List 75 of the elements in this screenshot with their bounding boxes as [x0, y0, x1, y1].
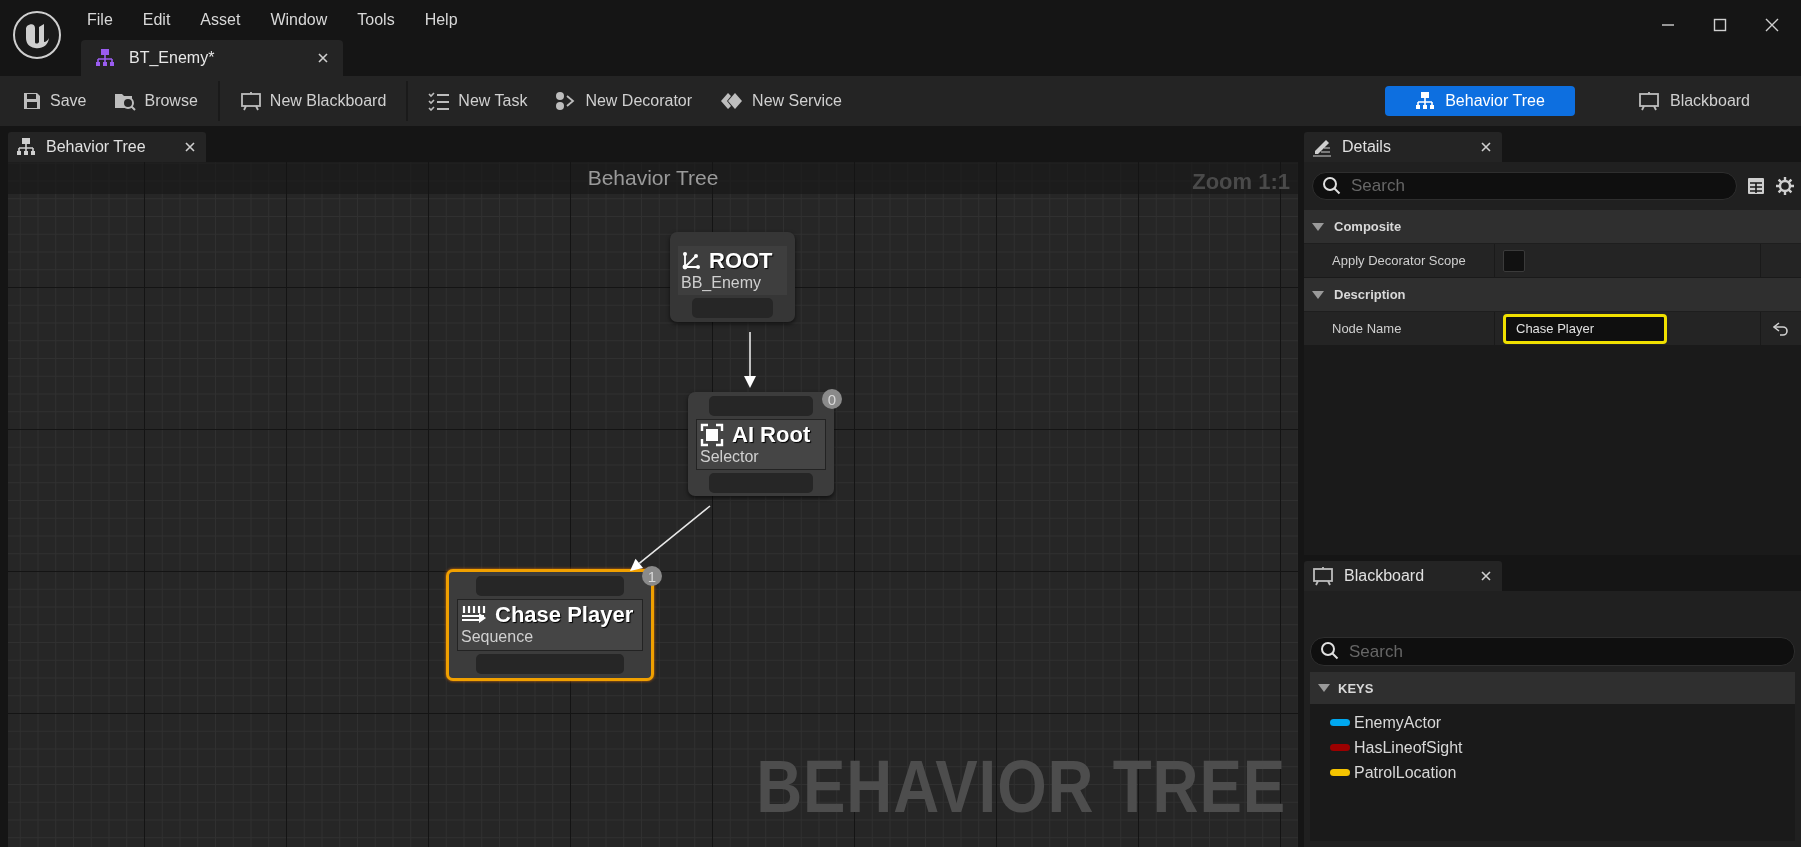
- diamond-arrow-icon: [720, 91, 745, 111]
- reset-arrow-icon[interactable]: [1773, 321, 1789, 336]
- keys-header[interactable]: KEYS: [1310, 672, 1795, 704]
- tree-node[interactable]: ROOT BB_Enemy: [670, 232, 795, 322]
- property-label: Apply Decorator Scope: [1332, 253, 1466, 268]
- save-icon: [22, 91, 42, 111]
- toolbar-button[interactable]: New Decorator: [545, 85, 703, 117]
- folder-search-icon: [114, 91, 137, 111]
- section-header[interactable]: Description: [1304, 278, 1801, 312]
- search-field[interactable]: Search: [1312, 172, 1737, 200]
- tab-title: Details: [1342, 138, 1392, 156]
- mode-button[interactable]: Blackboard: [1599, 86, 1789, 116]
- toolbar-button[interactable]: New Task: [418, 85, 538, 117]
- mode-button[interactable]: Behavior Tree: [1385, 86, 1575, 116]
- section-header[interactable]: Composite: [1304, 210, 1801, 244]
- easel-icon: [1312, 566, 1334, 586]
- key-item[interactable]: HasLineofSight: [1330, 735, 1463, 760]
- document-title: BT_Enemy*: [129, 49, 216, 67]
- connector-arrow: [744, 331, 756, 388]
- collapse-arrow-icon: [1318, 684, 1330, 692]
- checkbox[interactable]: [1503, 249, 1525, 272]
- checklist-icon: [428, 91, 451, 111]
- pencil-icon: [1312, 137, 1332, 157]
- close-icon: [1480, 141, 1492, 153]
- settings-icon: [1775, 176, 1795, 196]
- search-icon: [1320, 641, 1340, 661]
- document-tab[interactable]: BT_Enemy*: [81, 40, 343, 76]
- menu-item[interactable]: Help: [409, 11, 473, 29]
- menu-item[interactable]: Tools: [342, 11, 410, 29]
- graph-watermark: BEHAVIOR TREE: [756, 744, 1286, 829]
- key-item[interactable]: PatrolLocation: [1330, 760, 1457, 785]
- focus-square-icon: [700, 423, 724, 447]
- menu-item[interactable]: Window: [255, 11, 343, 29]
- node-title: AI Root: [732, 422, 811, 448]
- engine-logo[interactable]: [12, 10, 62, 60]
- node-type: BB_Enemy: [681, 274, 763, 292]
- easel-icon: [1637, 91, 1660, 111]
- toolbar-button[interactable]: Save: [20, 85, 97, 117]
- hierarchy-icon: [16, 137, 36, 157]
- close-icon: [1480, 570, 1492, 582]
- tab-title: Blackboard: [1344, 567, 1426, 585]
- close-icon: [1765, 18, 1779, 32]
- node-type: Selector: [700, 448, 760, 466]
- node-title: Chase Player: [495, 602, 634, 628]
- key-item[interactable]: EnemyActor: [1330, 710, 1442, 735]
- node-title: ROOT: [709, 248, 773, 274]
- tab-title: Behavior Tree: [46, 138, 147, 156]
- close-icon: [317, 52, 329, 64]
- menu-item[interactable]: File: [84, 11, 128, 29]
- easel-icon: [239, 91, 262, 111]
- text-field[interactable]: Chase Player: [1503, 313, 1667, 344]
- collapse-arrow-icon: [1312, 290, 1324, 299]
- menu-item[interactable]: Edit: [127, 11, 186, 29]
- order-badge: 0: [822, 389, 842, 409]
- menu-item[interactable]: Asset: [185, 11, 256, 29]
- order-badge: 1: [642, 566, 662, 586]
- toolbar-button[interactable]: Browse: [104, 85, 208, 117]
- node-type: Sequence: [461, 628, 535, 646]
- hierarchy-icon: [95, 48, 115, 68]
- graph-title: Behavior Tree: [587, 166, 719, 190]
- search-field[interactable]: Search: [1310, 637, 1795, 666]
- branch-icon: [681, 251, 701, 271]
- close-icon: [184, 141, 196, 153]
- search-icon: [1322, 176, 1342, 196]
- maximize-icon: [1713, 18, 1727, 32]
- details-tab[interactable]: Details: [1304, 132, 1502, 162]
- collapse-arrow-icon: [1312, 222, 1324, 231]
- toolbar-button[interactable]: New Service: [710, 85, 852, 117]
- table-icon: [1747, 177, 1765, 195]
- property-label: Node Name: [1332, 321, 1402, 336]
- toolbar-button[interactable]: New Blackboard: [229, 85, 397, 117]
- sequence-arrow-icon: [461, 604, 487, 626]
- blackboard-tab[interactable]: Blackboard: [1304, 561, 1502, 591]
- hierarchy-icon: [1415, 91, 1436, 111]
- graph-tab[interactable]: Behavior Tree: [8, 132, 206, 162]
